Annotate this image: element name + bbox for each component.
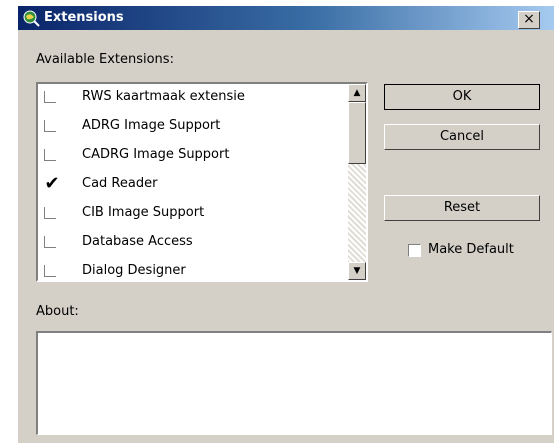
make-default-checkbox[interactable] [408, 244, 421, 257]
about-label: About: [36, 304, 79, 319]
extensions-list[interactable]: RWS kaartmaak extensie ADRG Image Support… [36, 82, 368, 282]
scroll-down-button[interactable]: ▼ [348, 262, 366, 280]
cancel-button-label: Cancel [439, 129, 485, 144]
extensions-dialog: Extensions × Available Extensions: RWS k… [18, 6, 554, 443]
ok-button-label: OK [452, 89, 472, 104]
available-extensions-label: Available Extensions: [36, 52, 174, 67]
unchecked-box-icon[interactable] [44, 149, 56, 161]
list-scrollbar[interactable]: ▲ ▼ [348, 84, 366, 280]
list-item[interactable]: CIB Image Support [38, 200, 350, 229]
window-title: Extensions [44, 10, 124, 25]
unchecked-box-icon[interactable] [44, 91, 56, 103]
ok-button[interactable]: OK [384, 84, 540, 110]
scroll-up-button[interactable]: ▲ [348, 84, 366, 102]
unchecked-box-icon[interactable] [44, 236, 56, 248]
close-button[interactable]: × [518, 11, 540, 29]
unchecked-box-icon[interactable] [44, 265, 56, 277]
cancel-button[interactable]: Cancel [384, 124, 540, 150]
scroll-up-arrow-icon: ▲ [353, 88, 361, 98]
list-item[interactable]: ✔ Cad Reader [38, 171, 350, 200]
scroll-thumb[interactable] [348, 102, 366, 164]
extension-label: Database Access [82, 234, 193, 249]
reset-button-label: Reset [443, 200, 481, 215]
extension-label: Cad Reader [82, 176, 158, 191]
scroll-down-arrow-icon: ▼ [353, 266, 361, 276]
list-item[interactable]: Dialog Designer [38, 258, 350, 280]
unchecked-box-icon[interactable] [44, 207, 56, 219]
list-item[interactable]: Database Access [38, 229, 350, 258]
extension-label: CADRG Image Support [82, 147, 230, 162]
about-textbox[interactable] [36, 331, 552, 435]
close-icon: × [523, 11, 535, 27]
list-item[interactable]: ADRG Image Support [38, 113, 350, 142]
checkmark-icon[interactable]: ✔ [42, 173, 62, 195]
reset-button[interactable]: Reset [384, 195, 540, 221]
extension-label: CIB Image Support [82, 205, 205, 220]
make-default-label[interactable]: Make Default [428, 242, 514, 258]
list-item[interactable]: RWS kaartmaak extensie [38, 84, 350, 113]
extension-label: ADRG Image Support [82, 118, 221, 133]
arcview-globe-icon [23, 10, 40, 27]
unchecked-box-icon[interactable] [44, 120, 56, 132]
title-bar[interactable]: Extensions × [18, 6, 554, 30]
extension-label: Dialog Designer [82, 263, 186, 278]
list-item[interactable]: CADRG Image Support [38, 142, 350, 171]
extension-label: RWS kaartmaak extensie [82, 89, 245, 104]
